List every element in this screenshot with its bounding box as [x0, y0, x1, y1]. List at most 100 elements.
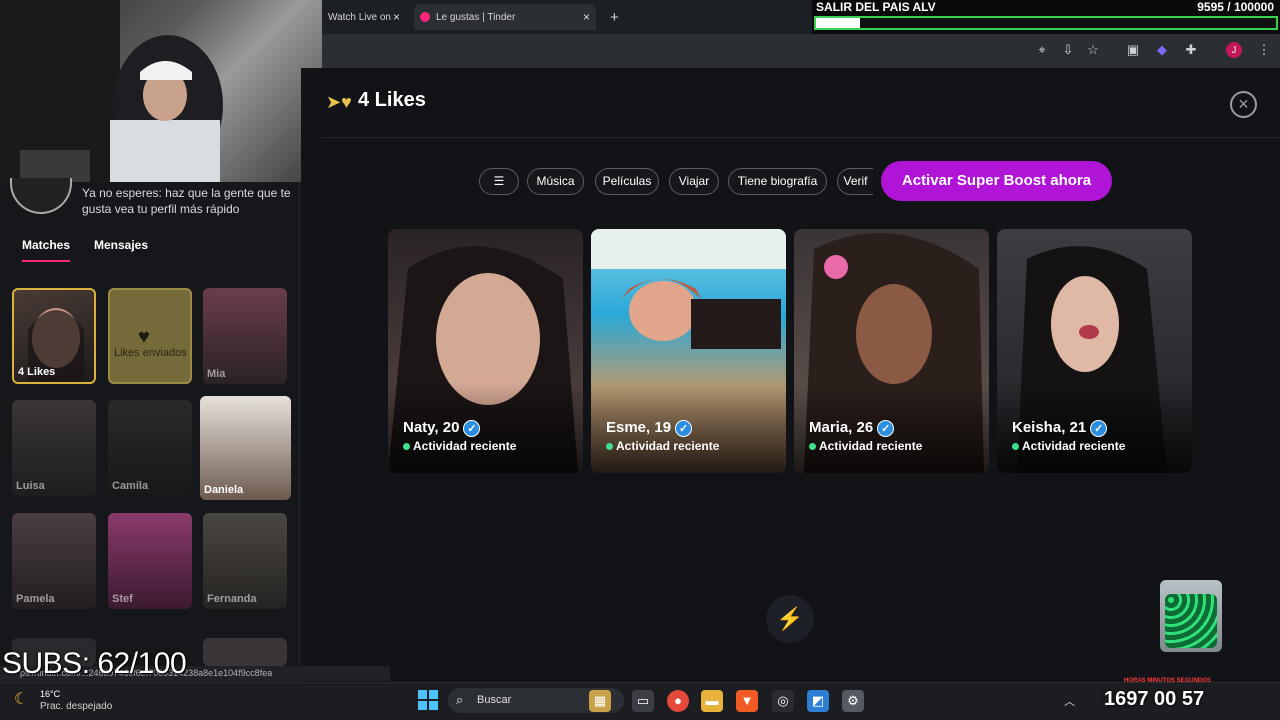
close-tab-icon[interactable]: ×: [393, 10, 400, 24]
likes-card[interactable]: 4 Likes: [12, 288, 96, 384]
super-boost-button[interactable]: Activar Super Boost ahora: [881, 161, 1112, 201]
weather-description[interactable]: Prac. despejado: [40, 701, 112, 712]
widget-app-icon[interactable]: ▦: [589, 690, 611, 712]
activity-status: Actividad reciente: [819, 439, 923, 453]
match-card[interactable]: Luisa: [12, 400, 96, 496]
verified-badge-icon: ✓: [1090, 419, 1108, 437]
tab-matches[interactable]: Matches: [22, 238, 70, 252]
gold-heart-icon: ➤♥: [326, 92, 352, 112]
match-card[interactable]: [203, 638, 287, 666]
match-name: Stef: [112, 593, 133, 605]
boost-bolt-button[interactable]: ⚡: [766, 595, 814, 643]
goal-progress-fill: [816, 18, 861, 28]
tinder-favicon-icon: [420, 12, 430, 22]
tab-watch-live[interactable]: Watch Live on ×: [322, 4, 406, 30]
profile-card[interactable]: Maria, 26 ✓ Actividad reciente: [794, 229, 989, 473]
weather-moon-icon[interactable]: ☾: [14, 689, 28, 709]
tab-tinder[interactable]: Le gustas | Tinder ×: [414, 4, 596, 30]
profile-name: Esme, 19: [606, 419, 672, 436]
boost-banner-text[interactable]: Ya no esperes: haz que la gente que te g…: [82, 185, 297, 217]
page-title: 4 Likes: [358, 89, 426, 111]
verified-badge-icon: ✓: [675, 419, 693, 437]
search-icon: ⌕: [456, 692, 464, 707]
goal-title: SALIR DEL PAIS ALV: [816, 0, 936, 14]
menu-kebab-icon[interactable]: ⋮: [1256, 42, 1272, 58]
trash-bin-overlay: [1160, 580, 1222, 652]
webcam-overlay: [0, 0, 323, 182]
subs-counter: SUBS: 62/100: [2, 647, 187, 680]
match-card[interactable]: Daniela: [200, 396, 291, 500]
profile-avatar-icon[interactable]: J: [1226, 42, 1242, 58]
app-icon[interactable]: ◎: [772, 690, 794, 712]
online-dot-icon: [403, 443, 410, 451]
tab-label: Watch Live on: [328, 11, 391, 23]
activity-status: Actividad reciente: [413, 439, 517, 453]
photos-icon[interactable]: ◩: [807, 690, 829, 712]
webcam-image: [0, 0, 223, 182]
profile-card[interactable]: Keisha, 21 ✓ Actividad reciente: [997, 229, 1192, 473]
tab-label: Le gustas | Tinder: [436, 11, 516, 23]
trash-contents: [1165, 594, 1217, 648]
file-explorer-icon[interactable]: ▬: [701, 690, 723, 712]
extensions-puzzle-icon[interactable]: ✚: [1183, 42, 1199, 58]
sliders-icon: ☰: [493, 174, 505, 188]
match-card[interactable]: Stef: [108, 513, 192, 609]
online-dot-icon: [809, 443, 816, 451]
likes-sent-label: Likes enviados: [114, 347, 187, 359]
profile-name-row: Esme, 19 ✓: [606, 419, 693, 437]
extension-icon[interactable]: ◆: [1154, 42, 1170, 58]
profile-card[interactable]: Naty, 20 ✓ Actividad reciente: [388, 229, 583, 473]
browser-tab-bar: Watch Live on × Le gustas | Tinder × +: [322, 0, 812, 34]
location-icon[interactable]: ⌖: [1034, 42, 1050, 58]
match-name: Daniela: [204, 484, 244, 496]
online-dot-icon: [1012, 443, 1019, 451]
settings-gear-icon[interactable]: ⚙: [842, 690, 864, 712]
windows-start-icon[interactable]: [418, 690, 438, 710]
filter-chip[interactable]: Verif: [837, 168, 873, 195]
chrome-icon[interactable]: ●: [667, 690, 689, 712]
match-card[interactable]: Pamela: [12, 513, 96, 609]
match-card[interactable]: Mia: [203, 288, 287, 384]
verified-badge-icon: ✓: [463, 419, 481, 437]
filter-chip[interactable]: Música: [527, 168, 584, 195]
tab-mensajes[interactable]: Mensajes: [94, 238, 148, 252]
filter-chip[interactable]: Tiene biografía: [728, 168, 827, 195]
brave-icon[interactable]: ▼: [736, 690, 758, 712]
likes-header: [322, 70, 1280, 138]
activity-status: Actividad reciente: [616, 439, 720, 453]
likes-sent-card[interactable]: ♥ Likes enviados: [108, 288, 192, 384]
timer-overlay: 1697 00 57: [1104, 688, 1205, 710]
active-tab-indicator: [22, 260, 70, 262]
bookmark-star-icon[interactable]: ☆: [1085, 42, 1101, 58]
weather-temperature[interactable]: 16°C: [40, 689, 60, 699]
goal-progress-bar: [814, 16, 1278, 30]
filter-settings-button[interactable]: ☰: [479, 168, 519, 195]
profile-name-row: Naty, 20 ✓: [403, 419, 481, 437]
match-name: Luisa: [16, 480, 45, 492]
profile-name-row: Maria, 26 ✓: [809, 419, 895, 437]
profile-card[interactable]: Esme, 19 ✓ Actividad reciente: [591, 229, 786, 473]
filter-chip[interactable]: Películas: [595, 168, 659, 195]
chevron-up-icon[interactable]: ︿: [1064, 693, 1075, 709]
close-button[interactable]: ×: [1230, 91, 1257, 118]
match-card[interactable]: Camila: [108, 400, 192, 496]
install-app-icon[interactable]: ⇩: [1060, 42, 1076, 58]
filter-chip[interactable]: Viajar: [669, 168, 719, 195]
media-icon[interactable]: ▣: [1125, 42, 1141, 58]
search-placeholder[interactable]: Buscar: [477, 694, 511, 706]
match-name: Mia: [207, 368, 226, 380]
activity-row: Actividad reciente: [606, 439, 719, 453]
new-tab-button[interactable]: +: [604, 4, 624, 30]
match-name: Camila: [112, 480, 149, 492]
timer-labels: HORAS MINUTOS SEGUNDOS: [1124, 678, 1211, 684]
profile-name: Keisha, 21: [1012, 419, 1087, 436]
lightning-bolt-icon: ⚡: [776, 606, 804, 631]
task-view-icon[interactable]: ▭: [632, 690, 654, 712]
profile-name-row: Keisha, 21 ✓: [1012, 419, 1108, 437]
match-card[interactable]: Fernanda: [203, 513, 287, 609]
activity-status: Actividad reciente: [1022, 439, 1126, 453]
goal-count: 9595 / 100000: [1197, 0, 1274, 14]
likes-card-label: 4 Likes: [18, 366, 56, 378]
close-tab-icon[interactable]: ×: [583, 10, 590, 24]
match-name: Fernanda: [207, 593, 257, 605]
